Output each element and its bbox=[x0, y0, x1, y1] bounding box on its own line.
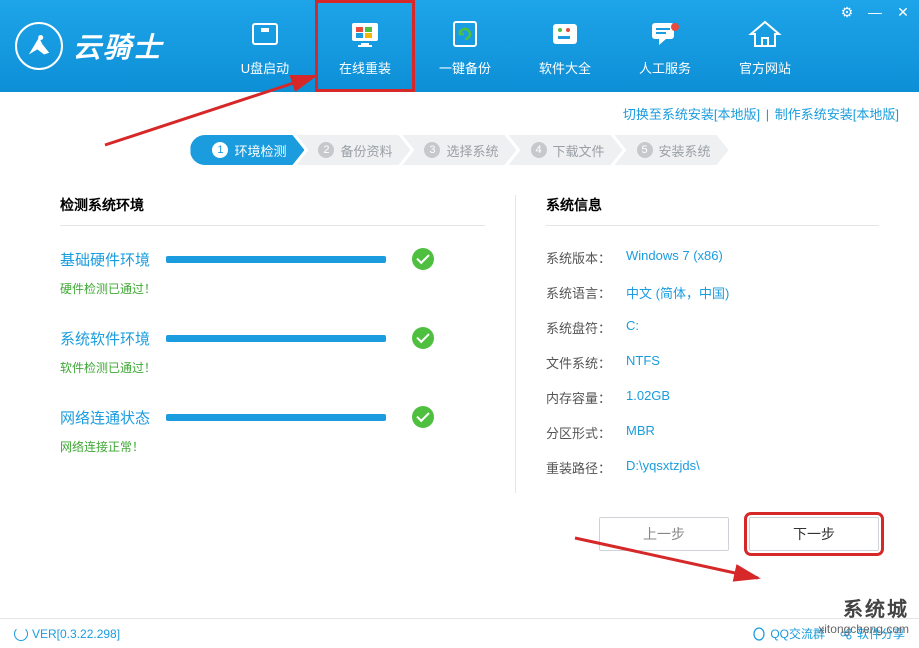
qq-group-link[interactable]: QQ交流群 bbox=[752, 625, 825, 642]
logo-icon bbox=[15, 22, 63, 70]
minimize-button[interactable]: — bbox=[867, 4, 883, 21]
apps-icon bbox=[547, 16, 583, 52]
button-row: 上一步 下一步 bbox=[0, 503, 919, 551]
info-install-path: 重装路径：D:\yqsxtzjds\ bbox=[546, 458, 879, 477]
home-icon bbox=[747, 16, 783, 52]
chat-icon bbox=[647, 16, 683, 52]
info-os-version: 系统版本：Windows 7 (x86) bbox=[546, 248, 879, 267]
check-software: 系统软件环境 软件检测已通过！ bbox=[60, 327, 485, 376]
nav-support[interactable]: 人工服务 bbox=[615, 0, 715, 92]
progress-bar bbox=[166, 256, 386, 263]
app-header: 云骑士 U盘启动 在线重装 一键备份 软件大全 人工服务 官方网站 ⚙ — bbox=[0, 0, 919, 92]
version-label[interactable]: VER[0.3.22.298] bbox=[14, 627, 120, 641]
app-name: 云骑士 bbox=[73, 26, 163, 66]
nav-usb-boot[interactable]: U盘启动 bbox=[215, 0, 315, 92]
info-memory: 内存容量：1.02GB bbox=[546, 388, 879, 407]
step-2: 2备份资料 bbox=[296, 135, 410, 165]
check-ok-icon bbox=[412, 327, 434, 349]
qq-icon bbox=[752, 627, 766, 641]
env-check-panel: 检测系统环境 基础硬件环境 硬件检测已通过！ 系统软件环境 软件检测已通过！ 网… bbox=[60, 195, 515, 493]
monitor-icon bbox=[347, 16, 383, 52]
progress-bar bbox=[166, 414, 386, 421]
nav-online-reinstall[interactable]: 在线重装 bbox=[315, 0, 415, 92]
prev-button[interactable]: 上一步 bbox=[599, 517, 729, 551]
logo-area: 云骑士 bbox=[10, 22, 215, 70]
check-network: 网络连通状态 网络连接正常！ bbox=[60, 406, 485, 455]
info-filesystem: 文件系统：NTFS bbox=[546, 353, 879, 372]
step-indicator: 1环境检测 2备份资料 3选择系统 4下载文件 5安装系统 bbox=[0, 131, 919, 175]
progress-bar bbox=[166, 335, 386, 342]
link-switch-local[interactable]: 切换至系统安装[本地版] bbox=[623, 107, 760, 122]
footer: VER[0.3.22.298] QQ交流群 软件分享 bbox=[0, 618, 919, 648]
step-4: 4下载文件 bbox=[509, 135, 623, 165]
close-button[interactable]: ✕ bbox=[895, 4, 911, 21]
settings-button[interactable]: ⚙ bbox=[839, 4, 855, 21]
top-links: 切换至系统安装[本地版] | 制作系统安装[本地版] bbox=[0, 92, 919, 131]
nav-backup[interactable]: 一键备份 bbox=[415, 0, 515, 92]
nav-software[interactable]: 软件大全 bbox=[515, 0, 615, 92]
nav-bar: U盘启动 在线重装 一键备份 软件大全 人工服务 官方网站 bbox=[215, 0, 815, 92]
step-5: 5安装系统 bbox=[615, 135, 729, 165]
info-drive: 系统盘符：C: bbox=[546, 318, 879, 337]
info-language: 系统语言：中文 (简体，中国) bbox=[546, 283, 879, 302]
window-controls: ⚙ — ✕ bbox=[839, 4, 911, 21]
check-hardware: 基础硬件环境 硬件检测已通过！ bbox=[60, 248, 485, 297]
step-3: 3选择系统 bbox=[402, 135, 516, 165]
main-content: 检测系统环境 基础硬件环境 硬件检测已通过！ 系统软件环境 软件检测已通过！ 网… bbox=[0, 175, 919, 503]
info-partition: 分区形式：MBR bbox=[546, 423, 879, 442]
usb-icon bbox=[247, 16, 283, 52]
check-ok-icon bbox=[412, 248, 434, 270]
share-link[interactable]: 软件分享 bbox=[839, 625, 905, 642]
check-ok-icon bbox=[412, 406, 434, 428]
link-make-local[interactable]: 制作系统安装[本地版] bbox=[775, 107, 899, 122]
share-icon bbox=[839, 627, 853, 641]
refresh-icon bbox=[14, 627, 28, 641]
nav-website[interactable]: 官方网站 bbox=[715, 0, 815, 92]
system-info-panel: 系统信息 系统版本：Windows 7 (x86) 系统语言：中文 (简体，中国… bbox=[515, 195, 879, 493]
next-button[interactable]: 下一步 bbox=[749, 517, 879, 551]
system-info-title: 系统信息 bbox=[546, 195, 879, 226]
refresh-doc-icon bbox=[447, 16, 483, 52]
env-check-title: 检测系统环境 bbox=[60, 195, 485, 226]
step-1: 1环境检测 bbox=[190, 135, 304, 165]
